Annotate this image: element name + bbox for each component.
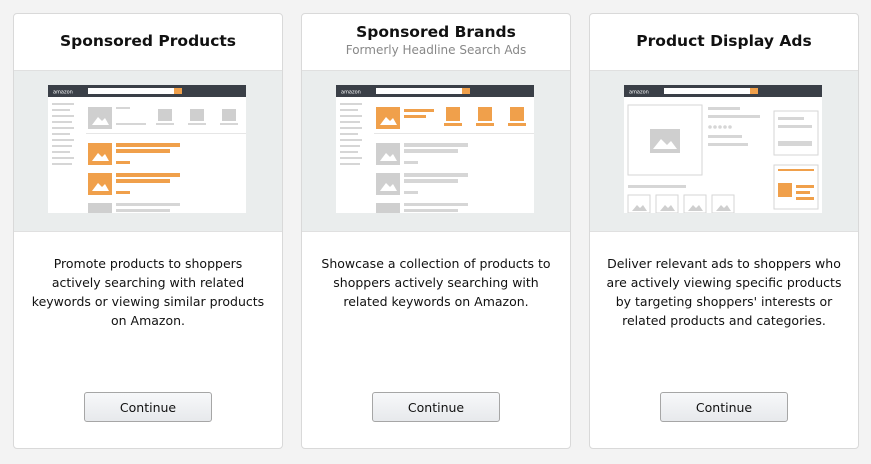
card-description: Showcase a collection of products to sho…: [321, 256, 551, 309]
svg-text:amazon: amazon: [629, 90, 649, 96]
card-header: Sponsored Products: [14, 14, 282, 70]
ad-type-card-sponsored-brands: Sponsored Brands Formerly Headline Searc…: [301, 13, 571, 449]
svg-text:amazon: amazon: [53, 90, 73, 96]
continue-button[interactable]: Continue: [84, 392, 212, 422]
svg-text:amazon: amazon: [341, 90, 361, 96]
product-display-ads-mockup-icon: amazon: [624, 85, 822, 213]
sponsored-brands-mockup-icon: amazon: [336, 85, 534, 213]
card-subtitle: Formerly Headline Search Ads: [345, 43, 527, 57]
card-header: Product Display Ads: [590, 14, 858, 70]
card-title: Sponsored Brands: [356, 23, 516, 41]
ad-type-card-sponsored-products: Sponsored Products amazon Promote produc…: [13, 13, 283, 449]
card-description: Promote products to shoppers actively se…: [31, 256, 265, 328]
product-display-ads-preview: amazon: [590, 70, 858, 232]
continue-button[interactable]: Continue: [660, 392, 788, 422]
card-header: Sponsored Brands Formerly Headline Searc…: [302, 14, 570, 70]
continue-button[interactable]: Continue: [372, 392, 500, 422]
card-title: Product Display Ads: [636, 32, 812, 50]
card-description: Deliver relevant ads to shoppers who are…: [606, 256, 842, 328]
sponsored-brands-preview: amazon: [302, 70, 570, 232]
sponsored-products-preview: amazon: [14, 70, 282, 232]
card-title: Sponsored Products: [59, 32, 237, 50]
sponsored-products-mockup-icon: amazon: [48, 85, 246, 213]
ad-type-card-product-display-ads: Product Display Ads amazon Deliver relev…: [589, 13, 859, 449]
